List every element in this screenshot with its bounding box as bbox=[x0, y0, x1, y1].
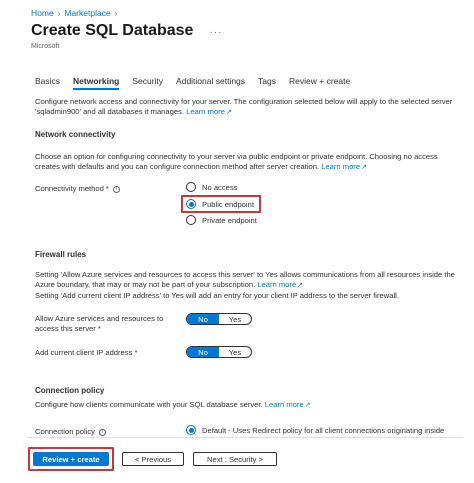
connection-policy-label: Connection policy i bbox=[35, 427, 106, 437]
network-learn-more-link[interactable]: Learn more bbox=[321, 162, 360, 171]
title-row: Create SQL Database ··· bbox=[31, 22, 222, 40]
allow-azure-toggle[interactable]: No Yes bbox=[186, 313, 252, 325]
external-link-icon: ↗ bbox=[361, 164, 367, 171]
radio-public-endpoint[interactable]: Public endpoint bbox=[186, 197, 254, 211]
connection-policy-learn-more-link[interactable]: Learn more bbox=[265, 400, 304, 409]
chevron-right-icon: › bbox=[57, 8, 61, 18]
connectivity-method-label-text: Connectivity method * bbox=[35, 184, 109, 193]
tab-tags[interactable]: Tags bbox=[258, 76, 276, 90]
toggle-yes[interactable]: Yes bbox=[219, 314, 251, 324]
connection-policy-heading: Connection policy bbox=[35, 386, 105, 395]
firewall-description-2: Setting 'Add current client IP address' … bbox=[35, 291, 399, 300]
previous-button[interactable]: < Previous bbox=[122, 452, 184, 466]
radio-label: No access bbox=[202, 182, 238, 192]
toggle-no[interactable]: No bbox=[187, 314, 219, 324]
toggle-no[interactable]: No bbox=[187, 347, 219, 357]
radio-connection-default[interactable]: Default - Uses Redirect policy for all c… bbox=[186, 423, 466, 437]
network-connectivity-heading: Network connectivity bbox=[35, 130, 116, 139]
tab-additional-settings[interactable]: Additional settings bbox=[176, 76, 245, 90]
connection-policy-label-text: Connection policy bbox=[35, 427, 95, 436]
firewall-learn-more-link[interactable]: Learn more bbox=[257, 280, 296, 289]
footer-divider bbox=[27, 437, 463, 438]
radio-label: Public endpoint bbox=[202, 199, 254, 209]
toggle-yes[interactable]: Yes bbox=[219, 347, 251, 357]
intro-description: Configure network access and connectivit… bbox=[35, 97, 453, 116]
firewall-description: Setting 'Allow Azure services and resour… bbox=[35, 270, 455, 289]
allow-azure-label: Allow Azure services and resources to ac… bbox=[35, 314, 164, 333]
connectivity-method-label: Connectivity method * i bbox=[35, 184, 120, 194]
external-link-icon: ↗ bbox=[225, 109, 232, 116]
tab-security[interactable]: Security bbox=[132, 76, 163, 90]
breadcrumb-home-link[interactable]: Home bbox=[31, 8, 54, 18]
intro-text: Configure network access and connectivit… bbox=[35, 97, 455, 118]
radio-private-endpoint[interactable]: Private endpoint bbox=[186, 213, 257, 227]
connection-policy-description: Configure how clients communicate with y… bbox=[35, 400, 263, 409]
radio-circle-selected[interactable] bbox=[186, 199, 196, 209]
intro-learn-more-link[interactable]: Learn more bbox=[186, 107, 225, 116]
radio-circle[interactable] bbox=[186, 215, 196, 225]
radio-label: Default - Uses Redirect policy for all c… bbox=[202, 425, 445, 435]
tab-networking[interactable]: Networking bbox=[73, 76, 120, 90]
firewall-rules-heading: Firewall rules bbox=[35, 250, 87, 259]
tab-review-create[interactable]: Review + create bbox=[289, 76, 350, 90]
external-link-icon: ↗ bbox=[304, 402, 311, 409]
connection-policy-text: Configure how clients communicate with y… bbox=[35, 400, 455, 411]
page-title: Create SQL Database bbox=[31, 22, 194, 39]
radio-circle-selected[interactable] bbox=[186, 425, 196, 435]
info-icon[interactable]: i bbox=[112, 185, 120, 193]
external-link-icon: ↗ bbox=[297, 282, 304, 289]
tab-basics[interactable]: Basics bbox=[35, 76, 60, 90]
breadcrumb-marketplace-link[interactable]: Marketplace bbox=[64, 8, 110, 18]
client-ip-toggle[interactable]: No Yes bbox=[186, 346, 252, 358]
next-security-button[interactable]: Next : Security > bbox=[193, 452, 277, 466]
radio-label: Private endpoint bbox=[202, 215, 257, 225]
network-connectivity-description: Choose an option for configuring connect… bbox=[35, 152, 438, 171]
radio-no-access[interactable]: No access bbox=[186, 180, 237, 194]
firewall-text: Setting 'Allow Azure services and resour… bbox=[35, 270, 455, 301]
breadcrumb: Home › Marketplace › bbox=[31, 8, 117, 18]
review-create-button[interactable]: Review + create bbox=[33, 452, 109, 466]
client-ip-label: Add current client IP address * bbox=[35, 348, 138, 357]
radio-circle[interactable] bbox=[186, 182, 196, 192]
chevron-right-icon: › bbox=[114, 8, 118, 18]
page-subtitle: Microsoft bbox=[31, 43, 60, 50]
info-icon[interactable]: i bbox=[98, 428, 106, 436]
more-options-icon[interactable]: ··· bbox=[209, 27, 222, 38]
network-connectivity-text: Choose an option for configuring connect… bbox=[35, 152, 455, 173]
tab-bar: Basics Networking Security Additional se… bbox=[35, 76, 350, 90]
